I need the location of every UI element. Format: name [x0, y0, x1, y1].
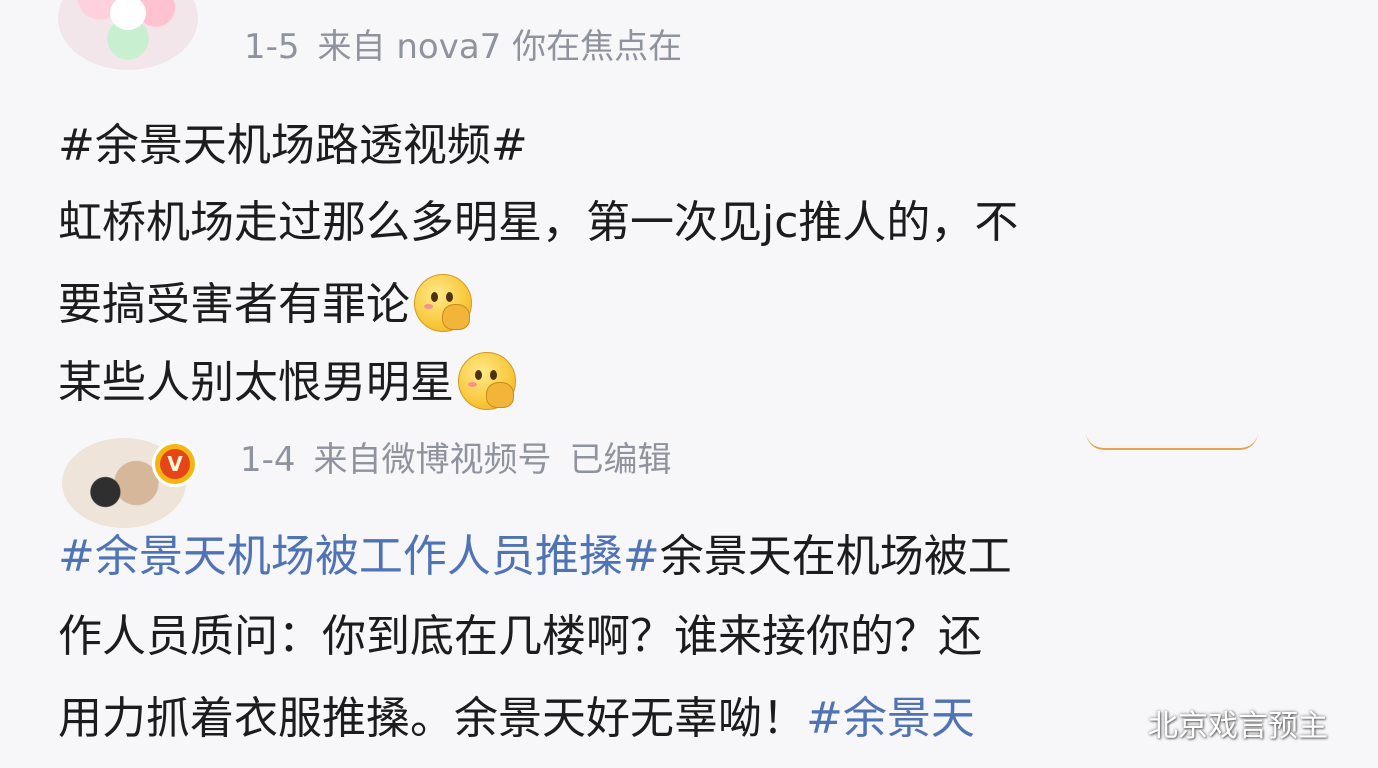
avatar[interactable] — [58, 0, 198, 70]
verified-badge-label: V — [160, 449, 190, 479]
post-text-line: 虹桥机场走过那么多明星，第一次见jc推人的，不 — [58, 197, 1019, 248]
post-text: 余景天在机场被工 — [659, 531, 1012, 582]
post-text: 用力抓着衣服推搡。余景天好无辜呦！ — [58, 693, 806, 744]
post-text: 某些人别太恨男明星 — [58, 357, 454, 408]
verified-badge-icon: V — [152, 441, 198, 487]
post-date: 1-5 — [244, 27, 300, 67]
avatar-bunny-graphic — [110, 0, 146, 30]
thinking-face-emoji-icon — [414, 274, 472, 332]
post-meta: 1-4 来自微博视频号 已编辑 — [240, 443, 690, 477]
post-text-line: 某些人别太恨男明星 — [58, 352, 516, 414]
edited-label: 已编辑 — [569, 440, 672, 480]
post-text-line: 用力抓着衣服推搡。余景天好无辜呦！#余景天 — [58, 697, 975, 741]
decorative-divider — [1086, 432, 1258, 450]
hashtag-link[interactable]: #余景天机场路透视频# — [58, 124, 528, 168]
watermark: 北京戏言预主 — [1148, 709, 1328, 744]
post-text: 要搞受害者有罪论 — [58, 279, 410, 330]
post-date: 1-4 — [240, 440, 296, 480]
post-text-line: 要搞受害者有罪论 — [58, 274, 472, 336]
hashtag-link[interactable]: #余景天机场被工作人员推搡# — [58, 531, 660, 582]
post-text-line: #余景天机场被工作人员推搡#余景天在机场被工 — [58, 535, 1012, 579]
post-source: 来自 nova7 你在焦点在 — [317, 27, 683, 67]
post-meta: 1-5 来自 nova7 你在焦点在 — [244, 30, 700, 64]
post-source: 来自微博视频号 — [313, 440, 552, 480]
thinking-face-emoji-icon — [458, 352, 516, 410]
hashtag-link[interactable]: #余景天 — [806, 693, 975, 744]
weibo-comment-screenshot: 1-5 来自 nova7 你在焦点在 #余景天机场路透视频# 虹桥机场走过那么多明… — [0, 0, 1378, 768]
post-text-line: 作人员质问：你到底在几楼啊？谁来接你的？还 — [58, 611, 982, 662]
